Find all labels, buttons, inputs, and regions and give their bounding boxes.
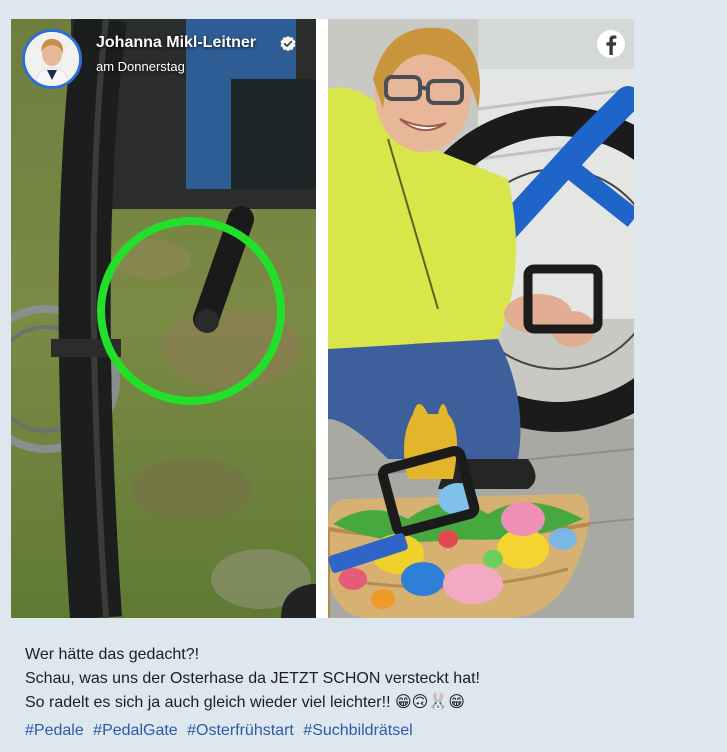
- post-text-line: Schau, was uns der Osterhase da JETZT SC…: [25, 670, 480, 687]
- hashtag-link[interactable]: #Suchbildrätsel: [303, 722, 412, 739]
- hashtag-link[interactable]: #Pedale: [25, 722, 84, 739]
- post-timestamp[interactable]: am Donnerstag: [96, 59, 185, 74]
- hashtag-link[interactable]: #Osterfrühstart: [187, 722, 294, 739]
- facebook-post-card: Johanna Mikl-Leitner am Donnerstag Wer h…: [0, 0, 727, 752]
- hashtag-link[interactable]: #PedalGate: [93, 722, 178, 739]
- author-avatar[interactable]: [22, 29, 82, 89]
- post-text-line: So radelt es sich ja auch gleich wieder …: [25, 694, 465, 711]
- post-text: Wer hätte das gedacht?! Schau, was uns d…: [25, 643, 705, 715]
- post-image[interactable]: [11, 19, 634, 618]
- hashtag-list: #Pedale #PedalGate #Osterfrühstart #Such…: [25, 722, 418, 740]
- post-text-line: Wer hätte das gedacht?!: [25, 646, 200, 663]
- photo-easter-basket: [328, 19, 634, 618]
- facebook-icon[interactable]: [596, 29, 626, 59]
- post-header: Johanna Mikl-Leitner am Donnerstag: [22, 28, 342, 92]
- verified-check-icon: [279, 35, 297, 53]
- author-name[interactable]: Johanna Mikl-Leitner: [96, 34, 256, 52]
- photo-missing-pedal: [11, 19, 316, 618]
